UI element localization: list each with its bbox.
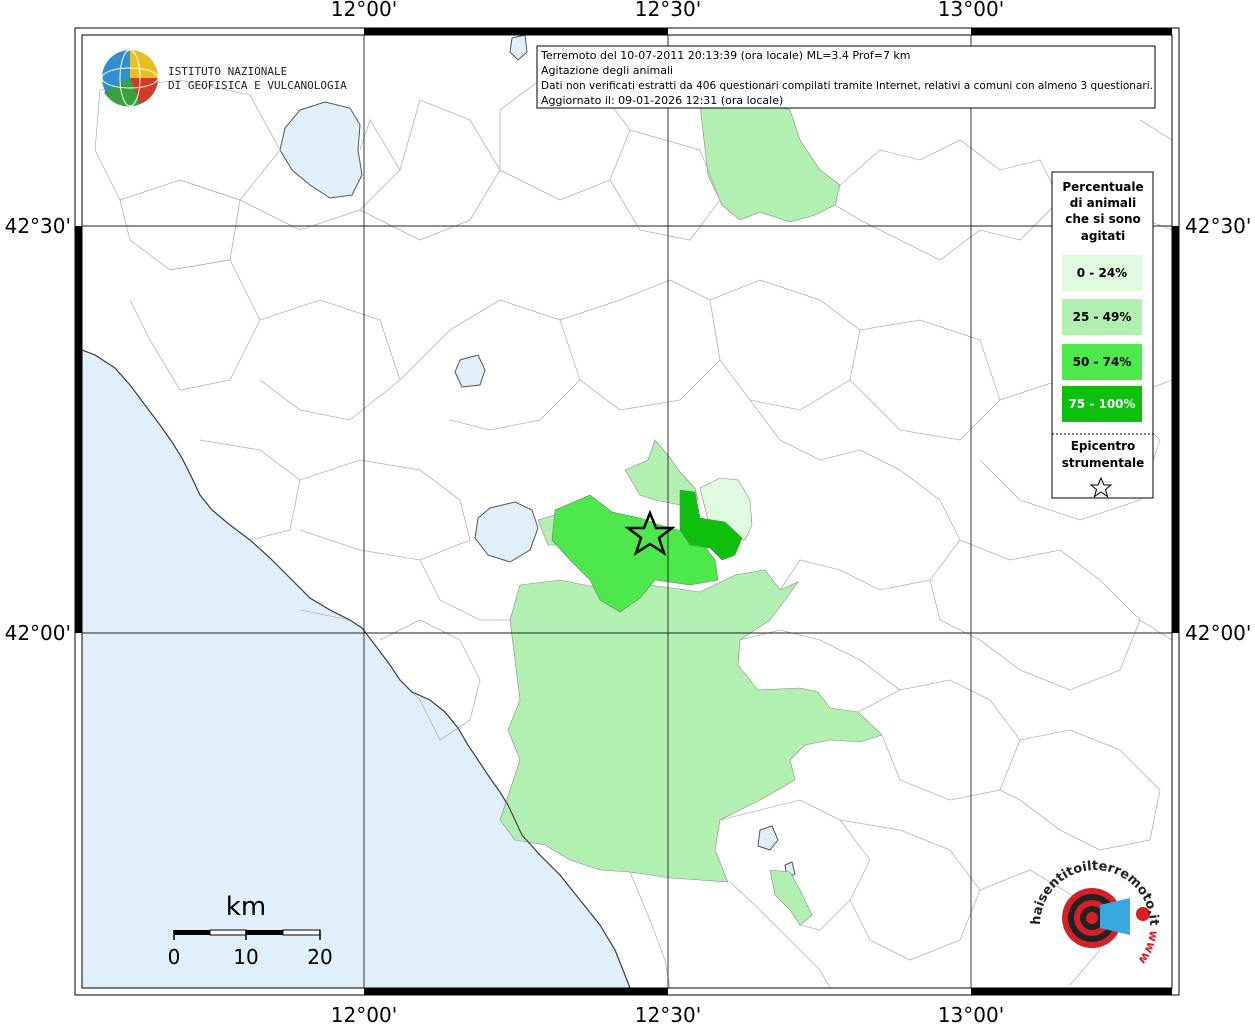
legend-label-2: 50 - 74% xyxy=(1073,355,1132,369)
legend-epicenter-line2: strumentale xyxy=(1062,456,1145,470)
legend-epicenter-line1: Epicentro xyxy=(1071,439,1136,453)
legend-label-0: 0 - 24% xyxy=(1077,266,1127,280)
top-lon-label-2: 12°30' xyxy=(635,0,701,21)
legend-label-3: 75 - 100% xyxy=(1068,397,1135,411)
top-lon-label-1: 12°00' xyxy=(331,0,397,21)
scale-unit: km xyxy=(226,892,266,922)
scale-label-10: 10 xyxy=(233,945,258,969)
legend-title-line2: di animali xyxy=(1070,196,1136,210)
bottom-lon-label-1: 12°00' xyxy=(331,1003,397,1024)
institute-name-line1: ISTITUTO NAZIONALE xyxy=(168,65,287,78)
scale-label-20: 20 xyxy=(307,945,332,969)
globe-icon xyxy=(101,49,159,107)
top-lon-label-3: 13°00' xyxy=(938,0,1004,21)
institute-name-line2: DI GEOFISICA E VULCANOLOGIA xyxy=(168,79,347,92)
bottom-lon-label-2: 12°30' xyxy=(635,1003,701,1024)
left-lat-label-1: 42°30' xyxy=(5,214,71,238)
left-lat-label-2: 42°00' xyxy=(5,621,71,645)
info-line-data-note: Dati non verificati estratti da 406 ques… xyxy=(541,79,1153,92)
legend-title-line1: Percentuale xyxy=(1062,180,1143,194)
info-line-updated: Aggiornato il: 09-01-2026 12:31 (ora loc… xyxy=(541,94,783,107)
right-lat-label-2: 42°00' xyxy=(1185,621,1251,645)
legend-label-1: 25 - 49% xyxy=(1073,310,1132,324)
info-line-parameter: Agitazione degli animali xyxy=(541,64,673,77)
right-lat-label-1: 42°30' xyxy=(1185,214,1251,238)
legend-title-line4: agitati xyxy=(1081,229,1125,243)
info-box: Terremoto del 10-07-2011 20:13:39 (ora l… xyxy=(536,45,1156,109)
info-line-event: Terremoto del 10-07-2011 20:13:39 (ora l… xyxy=(540,49,911,62)
scale-label-0: 0 xyxy=(168,945,181,969)
bottom-lon-label-3: 13°00' xyxy=(938,1003,1004,1024)
legend: Percentuale di animali che si sono agita… xyxy=(1051,171,1154,499)
legend-title-line3: che si sono xyxy=(1065,212,1141,226)
intensity-map: 12°00' 12°30' 13°00' 12°00' 12°30' 13°00… xyxy=(5,0,1252,1024)
